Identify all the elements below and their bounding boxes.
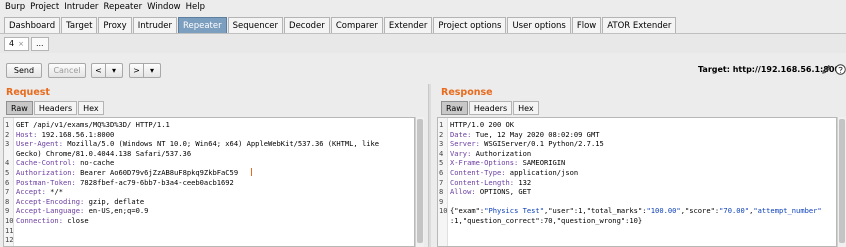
- main-tab-bar: Dashboard Target Proxy Intruder Repeater Sequ…: [0, 15, 846, 33]
- response-line-number: 4: [439, 148, 444, 158]
- forward-button[interactable]: >: [129, 63, 144, 78]
- tab-project-options[interactable]: Project options: [433, 17, 507, 33]
- response-line-number: 3: [439, 139, 444, 149]
- request-scroll-thumb[interactable]: [417, 119, 423, 243]
- request-line: Connection: close: [16, 216, 89, 225]
- menu-intruder[interactable]: Intruder: [64, 2, 98, 12]
- tab-repeater[interactable]: Repeater: [177, 17, 227, 33]
- tab-decoder[interactable]: Decoder: [284, 17, 330, 33]
- response-line-number: 10: [439, 206, 448, 216]
- request-line-number: 10: [5, 216, 14, 225]
- response-line: Content-Type: application/json: [450, 168, 579, 177]
- tab-extender[interactable]: Extender: [383, 17, 433, 33]
- request-line-number: 5: [5, 168, 10, 177]
- response-editor[interactable]: 1 HTTP/1.0 200 OK 2 Date: Tue, 12 May 2020 …: [437, 117, 837, 247]
- request-view-tabs: Raw Headers Hex: [6, 101, 105, 115]
- request-line: Accept: */*: [16, 187, 63, 197]
- response-line: {"exam":"Physics Test","user":1,"total_m…: [450, 206, 822, 216]
- tab-ator-extender[interactable]: ATOR Extender: [602, 17, 677, 33]
- response-scroll-thumb[interactable]: [839, 119, 845, 243]
- repeater-tab-4[interactable]: 4 ×: [4, 36, 29, 51]
- response-line: X-Frame-Options: SAMEORIGIN: [450, 158, 566, 168]
- request-line: Authorization: Bearer Ao60D79v6jZzAB8uF8…: [16, 168, 239, 177]
- response-line: Vary: Authorization: [450, 148, 532, 158]
- response-line: Content-Length: 132: [450, 177, 532, 187]
- response-line-number: 2: [439, 129, 444, 139]
- response-line: Date: Tue, 12 May 2020 08:02:09 GMT: [450, 129, 600, 139]
- request-line-number: 8: [5, 196, 10, 206]
- request-title: Request: [6, 87, 50, 98]
- request-line: Accept-Encoding: gzip, deflate: [16, 196, 145, 206]
- response-line-number: 9: [439, 196, 444, 206]
- response-tab-hex[interactable]: Hex: [513, 101, 539, 115]
- menu-help[interactable]: Help: [186, 2, 205, 12]
- response-line: Allow: OPTIONS, GET: [450, 187, 532, 197]
- tab-proxy[interactable]: Proxy: [98, 17, 132, 33]
- menu-window[interactable]: Window: [147, 2, 181, 12]
- request-line: Gecko) Chrome/81.0.4044.138 Safari/537.3…: [16, 148, 192, 158]
- menu-project[interactable]: Project: [30, 2, 59, 12]
- pane-divider[interactable]: [428, 84, 431, 247]
- new-tab-label: ...: [35, 39, 44, 48]
- repeater-tab-label: 4: [9, 39, 15, 48]
- response-line: Server: WSGIServer/0.1 Python/2.7.15: [450, 139, 604, 149]
- response-scrollbar[interactable]: [837, 117, 846, 247]
- response-tab-headers[interactable]: Headers: [468, 101, 513, 115]
- response-line-number: 5: [439, 158, 444, 168]
- response-line-number: 1: [439, 120, 444, 129]
- request-line-number: 1: [5, 120, 10, 129]
- response-view-tabs: Raw Headers Hex: [441, 101, 540, 115]
- response-line: :1,"question_correct":70,"question_wrong…: [450, 216, 643, 225]
- request-line-number: 7: [5, 187, 10, 197]
- request-line: User-Agent: Mozilla/5.0 (Windows NT 10.0…: [16, 139, 380, 149]
- tab-dashboard[interactable]: Dashboard: [4, 17, 61, 33]
- request-scrollbar[interactable]: [415, 117, 424, 247]
- request-line-number: 2: [5, 129, 10, 139]
- back-history-dropdown[interactable]: ▾: [106, 63, 123, 78]
- tab-user-options[interactable]: User options: [507, 17, 571, 33]
- request-line-number: 3: [5, 139, 10, 149]
- menu-bar: Burp Project Intruder Repeater Window Help: [0, 0, 846, 14]
- text-caret: [251, 168, 252, 176]
- request-line-number: 4: [5, 158, 10, 168]
- close-icon[interactable]: ×: [18, 40, 24, 48]
- request-tab-hex[interactable]: Hex: [78, 101, 104, 115]
- request-line: Cache-Control: no-cache: [16, 158, 115, 168]
- tab-sequencer[interactable]: Sequencer: [227, 17, 284, 33]
- tab-comparer[interactable]: Comparer: [330, 17, 383, 33]
- menu-repeater[interactable]: Repeater: [103, 2, 142, 12]
- forward-history-dropdown[interactable]: ▾: [144, 63, 161, 78]
- response-line-number: 8: [439, 187, 444, 197]
- request-line-number: 6: [5, 177, 10, 187]
- repeater-tab-bar: 4 × ...: [0, 33, 846, 53]
- tab-target[interactable]: Target: [61, 17, 98, 33]
- new-repeater-tab[interactable]: ...: [30, 36, 49, 51]
- request-tab-raw[interactable]: Raw: [6, 101, 33, 115]
- request-line: GET /api/v1/exams/MQ%3D%3D/ HTTP/1.1: [16, 120, 170, 129]
- tab-intruder[interactable]: Intruder: [132, 17, 177, 33]
- response-line-number: 7: [439, 177, 444, 187]
- request-line-number: 12: [5, 235, 14, 245]
- tab-flow[interactable]: Flow: [571, 17, 602, 33]
- request-line: Accept-Language: en-US,en;q=0.9: [16, 206, 149, 216]
- pencil-icon[interactable]: [821, 64, 832, 75]
- request-line: Host: 192.168.56.1:8000: [16, 129, 115, 139]
- response-line-number: 6: [439, 168, 444, 177]
- response-line: HTTP/1.0 200 OK: [450, 120, 515, 129]
- request-tab-headers[interactable]: Headers: [33, 101, 78, 115]
- send-button[interactable]: Send: [6, 63, 42, 78]
- request-line-number: 9: [5, 206, 10, 216]
- repeater-toolbar: Send Cancel < ▾ > ▾ Target: http://192.1…: [0, 56, 846, 84]
- request-line: Postman-Token: 7828fbef-ac79-6bb7-b3a4-c…: [16, 177, 234, 187]
- request-editor[interactable]: 1 GET /api/v1/exams/MQ%3D%3D/ HTTP/1.1 2 Ho…: [3, 117, 415, 247]
- cancel-button[interactable]: Cancel: [48, 63, 86, 78]
- menu-burp[interactable]: Burp: [5, 2, 25, 12]
- request-line-number: 11: [5, 225, 14, 235]
- response-title: Response: [441, 87, 493, 98]
- back-button[interactable]: <: [91, 63, 106, 78]
- response-tab-raw[interactable]: Raw: [441, 101, 468, 115]
- help-icon[interactable]: [835, 64, 846, 75]
